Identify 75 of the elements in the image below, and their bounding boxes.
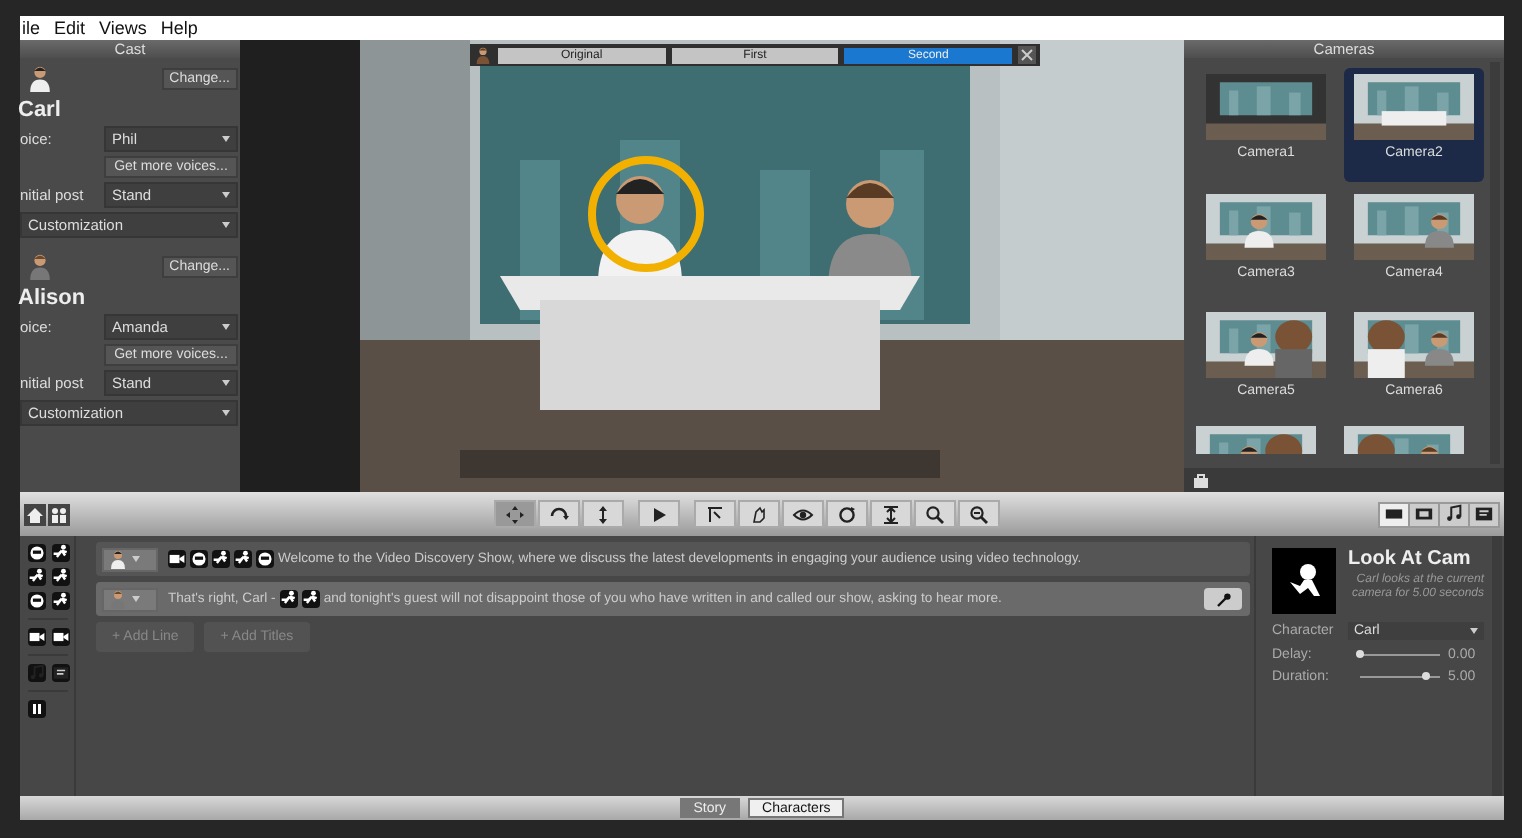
walking-figure-icon (301, 590, 320, 608)
view-button[interactable] (1470, 503, 1498, 525)
walking-figure-icon (52, 568, 70, 586)
slider-thumb[interactable] (1421, 672, 1430, 680)
tool-button[interactable] (494, 500, 536, 528)
video-camera-icon (28, 628, 46, 646)
scrollbar[interactable] (1492, 536, 1502, 796)
face-icon (28, 544, 46, 562)
play-icon (648, 503, 670, 525)
caret-icon (222, 410, 230, 416)
caret-icon (222, 222, 230, 228)
avatar-icon (26, 62, 54, 94)
tool-button[interactable] (694, 500, 736, 528)
character-dropdown[interactable] (102, 547, 158, 571)
walking-figure-icon (279, 590, 298, 608)
avatar-icon (108, 548, 128, 570)
music-note-icon (28, 664, 46, 682)
search-icon (924, 503, 946, 525)
menu-item[interactable]: Edit (54, 18, 86, 38)
view-button[interactable] (1380, 503, 1408, 525)
caret-icon (222, 192, 230, 198)
rotate-icon (548, 503, 570, 525)
tool-button[interactable] (958, 500, 1000, 528)
music-note-icon (1444, 504, 1464, 524)
action-title: Look At Cam (1348, 548, 1473, 570)
people-icon[interactable] (48, 503, 70, 525)
caret-icon (132, 596, 140, 602)
tool-button[interactable] (782, 500, 824, 528)
face-icon (256, 550, 274, 568)
walking-figure-icon (234, 550, 252, 568)
tool-button[interactable] (914, 500, 956, 528)
highlight-ring (586, 154, 706, 274)
face-icon (190, 550, 208, 568)
titles-icon (52, 664, 70, 682)
character-name: Carl (18, 98, 63, 122)
microphone-icon (1215, 591, 1231, 607)
microphone-button[interactable] (1204, 588, 1242, 610)
walking-figure-icon (28, 568, 46, 586)
menu-item[interactable]: Views (99, 18, 147, 38)
zoom-out-icon (968, 503, 990, 525)
tool-button[interactable] (582, 500, 624, 528)
pause-icon[interactable] (28, 700, 46, 718)
slider-thumb[interactable] (1356, 650, 1364, 658)
walking-figure-icon (212, 550, 230, 568)
avatar-icon (26, 250, 54, 282)
move-icon (504, 503, 526, 525)
video-camera-icon (168, 550, 186, 568)
tool-button[interactable] (826, 500, 868, 528)
wide-view-icon (1384, 504, 1404, 524)
height-icon (880, 503, 902, 525)
caret-icon (1470, 628, 1478, 634)
video-camera-icon (52, 628, 70, 646)
caret-icon (222, 324, 230, 330)
film-icon (1414, 504, 1434, 524)
walking-figure-icon (52, 592, 70, 610)
caret-icon (222, 380, 230, 386)
close-icon[interactable] (1018, 46, 1037, 64)
character-name: Alison (18, 286, 88, 310)
avatar-icon (474, 46, 492, 64)
caret-icon (222, 136, 230, 142)
tool-button[interactable] (538, 500, 580, 528)
menu-item[interactable]: ile (22, 18, 41, 38)
face-icon (28, 592, 46, 610)
view-button[interactable] (1440, 503, 1468, 525)
view-button[interactable] (1410, 503, 1438, 525)
tool-button[interactable] (870, 500, 912, 528)
walking-figure-icon (52, 544, 70, 562)
caret-icon (132, 556, 140, 562)
toolbox-icon[interactable] (1192, 471, 1210, 489)
titles-icon (1474, 504, 1494, 524)
tool-button[interactable] (638, 500, 680, 528)
menu-item[interactable]: Help (160, 18, 198, 38)
refresh-icon (836, 503, 858, 525)
tool-button[interactable] (738, 500, 780, 528)
home-icon[interactable] (24, 503, 46, 525)
